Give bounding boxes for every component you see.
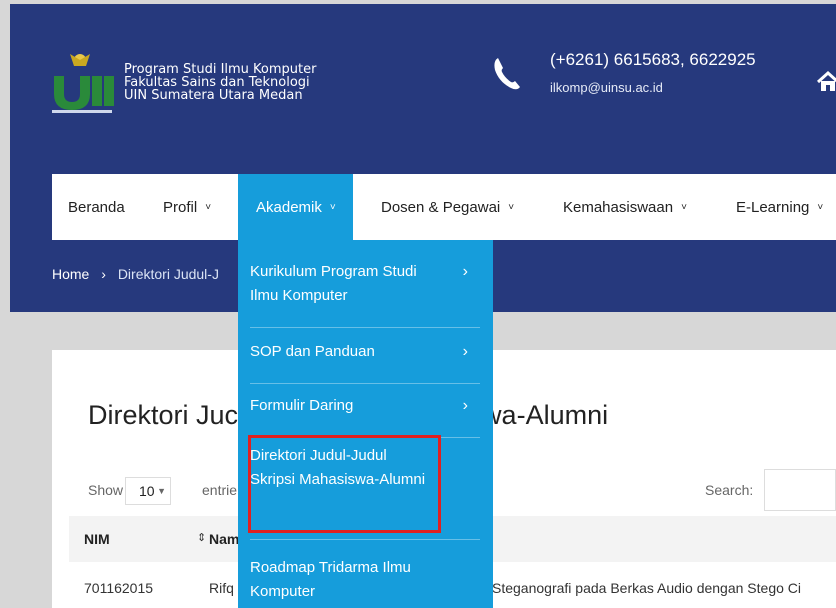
page-size-value: 10 — [139, 483, 155, 499]
breadcrumb-separator: › — [101, 266, 106, 282]
chevron-down-icon: ˅ — [508, 201, 515, 213]
search-label: Search: — [705, 482, 754, 498]
chevron-down-icon: ˅ — [329, 201, 336, 213]
column-header-name[interactable]: Nam — [209, 531, 239, 547]
phone-number: (+6261) 6615683, 6622925 — [550, 50, 756, 69]
nav-item-label: E-Learning — [736, 198, 810, 216]
search-input[interactable] — [764, 469, 836, 511]
breadcrumb-current: Direktori Judul-J — [117, 266, 219, 282]
uin-logo-icon[interactable] — [44, 46, 116, 118]
chevron-right-icon: › — [462, 343, 468, 360]
chevron-down-icon: ˅ — [205, 201, 212, 213]
dropdown-item-label: SOP dan Panduan — [250, 343, 375, 360]
phone-icon — [494, 58, 520, 90]
breadcrumb: Home › Direktori Judul-J — [52, 266, 219, 282]
dropdown-item-kurikulum[interactable]: Kurikulum Program Studi Ilmu Komputer › — [250, 260, 480, 328]
dropdown-item-formulir[interactable]: Formulir Daring › — [250, 394, 480, 438]
dropdown-item-label: Roadmap Tridarma Ilmu Komputer — [250, 559, 411, 600]
chevron-down-icon: ˅ — [817, 201, 824, 213]
home-icon[interactable] — [816, 70, 836, 94]
page-title-left: Direktori Juc — [88, 400, 239, 430]
table-cell-nim: 701162015 — [84, 580, 154, 596]
akademik-dropdown-menu: Kurikulum Program Studi Ilmu Komputer › … — [238, 240, 493, 608]
sort-icon[interactable]: ⇕ — [197, 531, 206, 544]
entries-label: entrie — [202, 482, 238, 498]
nav-item-profil[interactable]: Profil ˅ — [163, 174, 211, 240]
highlight-box — [248, 435, 441, 533]
page-size-select[interactable]: 10 ▼ — [125, 477, 171, 505]
nav-item-dosen-pegawai[interactable]: Dosen & Pegawai ˅ — [381, 174, 514, 240]
nav-item-akademik[interactable]: Akademik ˅ — [238, 174, 353, 240]
nav-item-kemahasiswaan[interactable]: Kemahasiswaan ˅ — [563, 174, 687, 240]
brand-line: UIN Sumatera Utara Medan — [124, 88, 303, 103]
nav-item-e-learning[interactable]: E-Learning ˅ — [736, 174, 823, 240]
breadcrumb-home[interactable]: Home — [52, 266, 89, 282]
nav-item-label: Akademik — [256, 198, 322, 216]
chevron-down-icon: ▼ — [157, 486, 166, 496]
chevron-down-icon: ˅ — [681, 201, 687, 213]
nav-item-label: Beranda — [68, 198, 125, 216]
nav-item-label: Kemahasiswaan — [563, 198, 674, 216]
dropdown-item-label: Formulir Daring — [250, 397, 354, 414]
chevron-right-icon: › — [462, 397, 468, 414]
show-label: Show — [88, 482, 124, 498]
email-address[interactable]: ilkomp@uinsu.ac.id — [550, 80, 663, 95]
table-cell-name: Rifq — [209, 580, 234, 596]
dropdown-item-label: Kurikulum Program Studi Ilmu Komputer — [250, 263, 417, 304]
column-header-nim[interactable]: NIM — [84, 531, 110, 547]
window-frame-left — [0, 0, 10, 608]
nav-item-beranda[interactable]: Beranda — [68, 174, 125, 240]
nav-item-label: Profil — [163, 198, 198, 216]
dropdown-item-sop[interactable]: SOP dan Panduan › — [250, 340, 480, 384]
main-navbar: Beranda Profil ˅ Akademik ˅ Dosen & Pega… — [52, 174, 836, 240]
chevron-right-icon: › — [462, 263, 468, 280]
dropdown-item-roadmap[interactable]: Roadmap Tridarma Ilmu Komputer — [250, 556, 480, 608]
nav-item-label: Dosen & Pegawai — [381, 198, 501, 216]
table-cell-title: Steganografi pada Berkas Audio dengan St… — [492, 580, 802, 596]
brand-text[interactable]: Program Studi Ilmu Komputer Fakultas Sai… — [124, 63, 316, 102]
